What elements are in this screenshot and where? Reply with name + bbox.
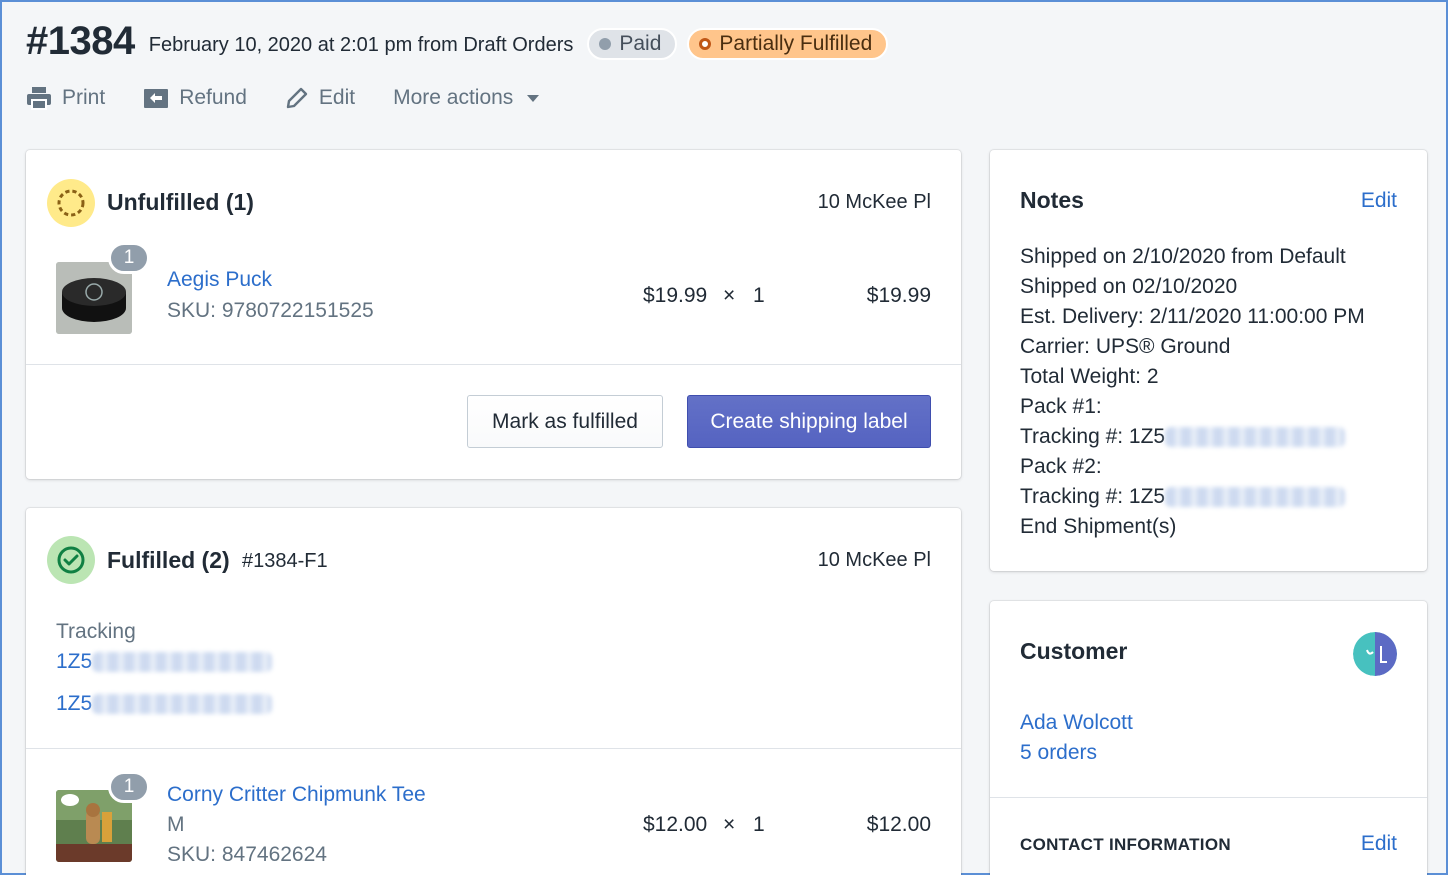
- printer-icon: [27, 87, 51, 110]
- refund-label: Refund: [179, 86, 247, 109]
- fulfilled-status-icon: [47, 536, 95, 584]
- notes-tracking-line: Tracking #: 1Z5: [1020, 482, 1365, 512]
- item-price: $19.99: [643, 284, 708, 307]
- product-link-aegis-puck[interactable]: Aegis Puck: [167, 268, 272, 292]
- times-sign: ×: [723, 284, 736, 307]
- redacted-tracking: [92, 694, 273, 715]
- status-dot-icon: [599, 38, 612, 50]
- notes-line: End Shipment(s): [1020, 515, 1177, 538]
- divider: [26, 364, 961, 365]
- notes-line: Pack #1:: [1020, 395, 1102, 418]
- product-link-chipmunk-tee[interactable]: Corny Critter Chipmunk Tee: [167, 783, 426, 807]
- unfulfilled-status-icon: [47, 179, 95, 227]
- divider: [26, 748, 961, 749]
- more-actions-label: More actions: [393, 86, 514, 109]
- quantity-badge: 1: [108, 771, 150, 803]
- item-quantity: 1: [753, 284, 765, 307]
- product-sku: SKU: 9780722151525: [167, 299, 374, 322]
- notes-line: Est. Delivery: 2/11/2020 11:00:00 PM: [1020, 305, 1365, 328]
- more-actions-button[interactable]: More actions: [393, 86, 540, 110]
- unfulfilled-address: 10 McKee Pl: [817, 191, 931, 213]
- notes-line: Carrier: UPS® Ground: [1020, 335, 1231, 358]
- divider: [990, 797, 1427, 798]
- notes-tracking-line: Tracking #: 1Z5: [1020, 422, 1365, 452]
- order-meta: February 10, 2020 at 2:01 pm from Draft …: [148, 33, 574, 56]
- item-total: $19.99: [866, 284, 931, 307]
- print-label: Print: [62, 86, 106, 109]
- notes-line: Total Weight: 2: [1020, 365, 1159, 388]
- customer-avatar[interactable]: [1353, 632, 1397, 676]
- caret-down-icon: [527, 94, 540, 102]
- notes-line: Shipped on 02/10/2020: [1020, 275, 1238, 298]
- tracking-number: 1Z5: [56, 650, 93, 673]
- notes-line: Shipped on 2/10/2020 from Default: [1020, 245, 1346, 268]
- tracking-label: Tracking: [56, 620, 136, 643]
- status-dot-icon: [699, 38, 712, 50]
- redacted-tracking: [1165, 487, 1346, 508]
- contact-edit-link[interactable]: Edit: [1361, 832, 1397, 856]
- notes-edit-link[interactable]: Edit: [1361, 189, 1397, 213]
- contact-information-heading: CONTACT INFORMATION: [1020, 835, 1231, 854]
- notes-card: Notes Edit Shipped on 2/10/2020 from Def…: [990, 150, 1427, 571]
- customer-orders-link[interactable]: 5 orders: [1020, 741, 1097, 765]
- item-quantity: 1: [753, 813, 765, 836]
- paid-badge: Paid: [587, 28, 678, 60]
- redacted-tracking: [1165, 427, 1346, 448]
- notes-body: Shipped on 2/10/2020 from Default Shippe…: [1020, 242, 1365, 542]
- customer-title: Customer: [1020, 638, 1128, 664]
- notes-tracking-text: Tracking #: 1Z5: [1020, 485, 1166, 508]
- refund-icon: [144, 89, 169, 108]
- product-variant: M: [167, 813, 185, 836]
- fulfilled-address: 10 McKee Pl: [817, 549, 931, 571]
- edit-label: Edit: [318, 86, 356, 109]
- edit-button[interactable]: Edit: [285, 86, 355, 110]
- item-price: $12.00: [643, 813, 708, 836]
- customer-name-link[interactable]: Ada Wolcott: [1020, 711, 1133, 735]
- customer-card: Customer Ada Wolcott 5 orders CONTACT IN…: [990, 601, 1427, 875]
- unfulfilled-title: Unfulfilled (1): [107, 189, 254, 215]
- fulfilled-title: Fulfilled (2): [107, 547, 230, 573]
- tracking-number: 1Z5: [56, 692, 93, 715]
- partially-fulfilled-badge: Partially Fulfilled: [687, 28, 889, 60]
- order-header: #1384 February 10, 2020 at 2:01 pm from …: [26, 16, 1426, 116]
- mark-as-fulfilled-button[interactable]: Mark as fulfilled: [467, 395, 663, 448]
- notes-line: Pack #2:: [1020, 455, 1102, 478]
- item-total: $12.00: [866, 813, 931, 836]
- create-shipping-label-button[interactable]: Create shipping label: [687, 395, 931, 448]
- partially-fulfilled-label: Partially Fulfilled: [719, 32, 873, 55]
- pencil-icon: [286, 87, 308, 109]
- print-button[interactable]: Print: [26, 86, 105, 110]
- tracking-link[interactable]: 1Z5: [56, 650, 273, 674]
- order-actions: Print Refund Edit More actions: [26, 80, 1426, 116]
- quantity-badge: 1: [108, 242, 150, 274]
- unfulfilled-card: Unfulfilled (1) 10 McKee Pl 1 Aegis Puck…: [26, 150, 961, 479]
- times-sign: ×: [723, 813, 736, 836]
- paid-badge-label: Paid: [619, 32, 662, 55]
- redacted-tracking: [92, 652, 273, 673]
- refund-button[interactable]: Refund: [143, 86, 247, 110]
- fulfilled-card: Fulfilled (2) #1384-F1 10 McKee Pl Track…: [26, 508, 961, 875]
- product-sku: SKU: 847462624: [167, 843, 327, 866]
- tracking-link[interactable]: 1Z5: [56, 692, 273, 716]
- fulfillment-id: #1384-F1: [242, 550, 328, 572]
- notes-tracking-text: Tracking #: 1Z5: [1020, 425, 1166, 448]
- order-number: #1384: [26, 18, 135, 63]
- notes-title: Notes: [1020, 187, 1084, 213]
